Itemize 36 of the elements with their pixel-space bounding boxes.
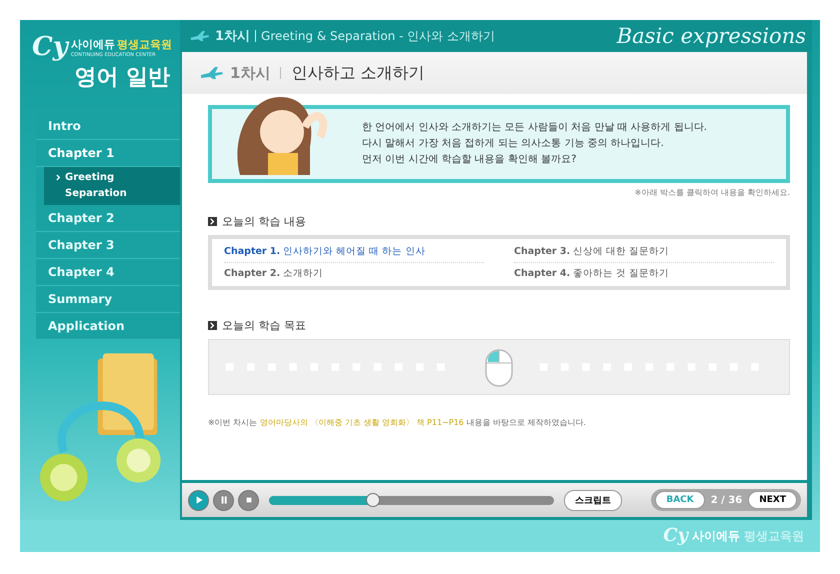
stop-button[interactable] <box>238 490 259 510</box>
chapter-link[interactable]: Chapter 4. 좋아하는 것 질문하기 <box>514 263 774 284</box>
header-title: Greeting & Separation - 인사와 소개하기 <box>261 28 496 44</box>
back-button[interactable]: BACK <box>655 491 705 509</box>
pause-button[interactable] <box>213 490 234 510</box>
chevron-icon <box>56 174 61 181</box>
bullet-icon <box>208 217 217 226</box>
page-title: 인사하고 소개하기 <box>291 62 425 84</box>
page-lesson: 1차시 <box>230 64 270 82</box>
footer-brand-name: 사이에듀 <box>692 528 740 544</box>
footer-brand-highlight: 평생교육원 <box>744 528 804 544</box>
plane-icon <box>190 30 210 42</box>
header-tagline: Basic expressions <box>616 24 807 48</box>
footer-logo-mark: Cy <box>663 527 688 545</box>
plane-icon <box>200 66 224 80</box>
chapter-link[interactable]: Chapter 2. 소개하기 <box>224 263 484 284</box>
progress-track[interactable] <box>269 496 554 504</box>
progress-handle[interactable] <box>366 492 380 506</box>
section-heading: 오늘의 학습 내용 <box>222 214 306 229</box>
section-heading: 오늘의 학습 목표 <box>222 318 306 333</box>
bullet-icon <box>208 321 217 330</box>
play-button[interactable] <box>188 490 209 510</box>
brand-name-highlight: 평생교육원 <box>116 36 172 52</box>
hint-text: ※아래 박스를 클릭하여 내용을 확인하세요. <box>634 187 790 198</box>
brand-name: 사이에듀 <box>70 36 115 52</box>
header-lesson: 1차시 <box>215 28 250 45</box>
intro-paragraph: 한 언어에서 인사와 소개하기는 모든 사람들이 처음 만날 때 사용하게 됩니다. 다시 말해서 가장 처음 접하게 되는 의사소통 기능 중의 하나입니다. 먼저 이번 시간에 학습할 내용을 확인해 볼까요? <box>362 121 707 167</box>
sidebar-subitem[interactable]: Greeting Separation <box>44 167 180 205</box>
page-counter: 2 / 36 <box>710 494 742 506</box>
source-note: ※이번 차시는 영어마당사의 〈이해중 기초 생활 영회화〉 책 P11~P16 내용을 바탕으로 제작하였습니다. <box>208 417 587 428</box>
course-title: 영어 일반 <box>73 64 170 92</box>
script-button[interactable]: 스크립트 <box>564 490 622 510</box>
chapter-link[interactable]: Chapter 3. 신상에 대한 질문하기 <box>514 241 774 263</box>
next-button[interactable]: NEXT <box>748 491 797 509</box>
logo-mark: Cy <box>32 34 68 60</box>
chapter-link[interactable]: Chapter 1. 인사하기와 헤어질 때 하는 인사 <box>224 241 484 263</box>
